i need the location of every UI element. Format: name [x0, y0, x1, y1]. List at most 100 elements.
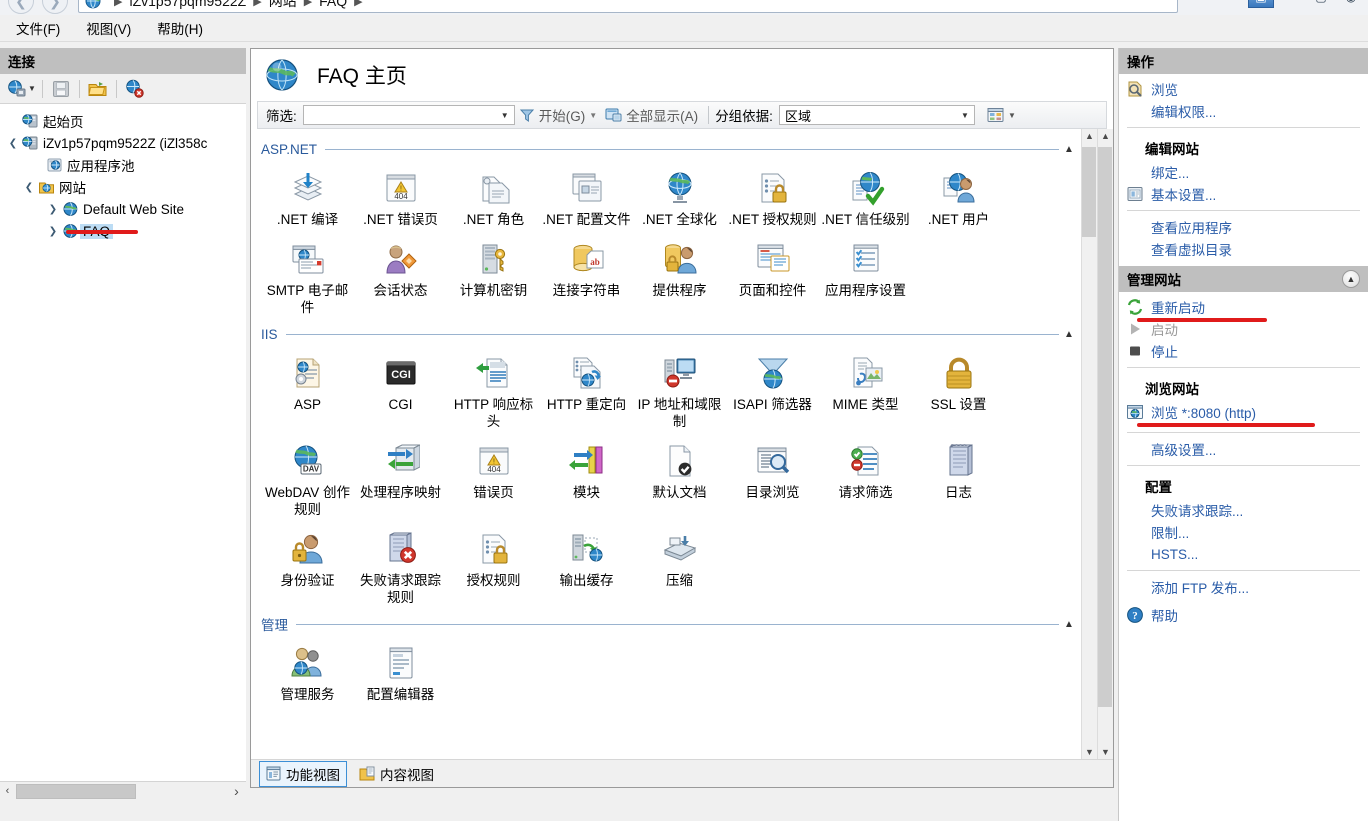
globe-delete-icon[interactable] [123, 77, 147, 101]
scrollbar-thumb[interactable] [1082, 147, 1096, 237]
action-bindings[interactable]: 绑定... [1119, 161, 1368, 183]
chevron-down-icon[interactable]: ▼ [498, 111, 512, 120]
tile-isapi-filters[interactable]: ISAPI 筛选器 [726, 344, 819, 432]
tile-management-service[interactable]: 管理服务 [261, 634, 354, 705]
action-limits[interactable]: 限制... [1119, 521, 1368, 543]
tile-session-state[interactable]: 会话状态 [354, 230, 447, 318]
tile-http-redirect[interactable]: HTTP 重定向 [540, 344, 633, 432]
action-stop[interactable]: 停止 [1119, 340, 1368, 362]
group-header[interactable]: 管理 ▲ [261, 614, 1079, 634]
tile-handler-mappings[interactable]: 处理程序映射 [354, 432, 447, 520]
action-label[interactable]: 添加 FTP 发布... [1145, 577, 1249, 597]
chevron-down-icon[interactable]: ▼ [958, 111, 972, 120]
tile-net-authorization-rules[interactable]: .NET 授权规则 [726, 159, 819, 230]
groupby-value[interactable]: 区域 [785, 106, 958, 125]
connections-tree[interactable]: 起始页 ❮ iZv1p57pqm9522Z (iZl358c 应用程序池 ❮ 网… [0, 104, 246, 781]
action-label[interactable]: 失败请求跟踪... [1145, 500, 1243, 520]
action-basic-settings[interactable]: 基本设置... [1119, 183, 1368, 205]
action-label[interactable]: 浏览 *:8080 (http) [1145, 402, 1256, 422]
tile-net-trust-levels[interactable]: .NET 信任级别 [819, 159, 912, 230]
tile-configuration-editor[interactable]: 配置编辑器 [354, 634, 447, 705]
tile-cgi[interactable]: CGI CGI [354, 344, 447, 432]
tile-pages-and-controls[interactable]: 页面和控件 [726, 230, 819, 318]
action-label[interactable]: 重新启动 [1145, 297, 1205, 317]
tile-logging[interactable]: 日志 [912, 432, 1005, 520]
tree-expander-collapsed[interactable]: ❯ [46, 226, 60, 237]
chevron-down-icon[interactable]: ▼ [589, 111, 597, 120]
tile-directory-browsing[interactable]: 目录浏览 [726, 432, 819, 520]
action-label[interactable]: 编辑权限... [1145, 101, 1216, 121]
scroll-down-arrow[interactable]: ▼ [1085, 747, 1094, 757]
action-view-applications[interactable]: 查看应用程序 [1119, 216, 1368, 238]
breadcrumb-item-server[interactable]: iZv1p57pqm9522Z [129, 0, 246, 9]
help-button[interactable]: ◉ [1338, 0, 1364, 8]
group-header[interactable]: IIS ▲ [261, 324, 1079, 344]
action-label[interactable]: 绑定... [1145, 162, 1189, 182]
chevron-down-icon[interactable]: ▼ [28, 84, 36, 93]
action-label[interactable]: HSTS... [1145, 547, 1198, 562]
scroll-right-arrow[interactable]: › [229, 783, 244, 799]
action-advanced-settings[interactable]: 高级设置... [1119, 438, 1368, 460]
tree-expander-collapsed[interactable]: ❯ [46, 204, 60, 215]
action-restart[interactable]: 重新启动 [1119, 296, 1368, 322]
tile-net-profile[interactable]: .NET 配置文件 [540, 159, 633, 230]
action-add-ftp-publishing[interactable]: 添加 FTP 发布... [1119, 576, 1368, 598]
menu-file[interactable]: 文件(F) [6, 15, 70, 41]
tile-net-globalization[interactable]: .NET 全球化 [633, 159, 726, 230]
chevron-down-icon[interactable]: ▼ [1008, 111, 1016, 120]
action-label[interactable]: 高级设置... [1145, 439, 1216, 459]
tile-app-settings[interactable]: 应用程序设置 [819, 230, 912, 318]
tile-default-document[interactable]: 默认文档 [633, 432, 726, 520]
breadcrumb[interactable]: ▶ iZv1p57pqm9522Z ▶ 网站 ▶ FAQ ▶ [78, 0, 1178, 13]
connections-hscrollbar[interactable]: ‹ › [0, 781, 246, 800]
tile-http-response-headers[interactable]: HTTP 响应标头 [447, 344, 540, 432]
tab-content-view[interactable]: 内容视图 [353, 762, 440, 786]
scroll-left-arrow[interactable]: ‹ [0, 785, 15, 797]
content-scrollbar-inner[interactable]: ▲ ▼ [1081, 129, 1097, 759]
tile-ssl-settings[interactable]: SSL 设置 [912, 344, 1005, 432]
show-all-button[interactable]: 全部显示(A) [601, 105, 702, 125]
tile-modules[interactable]: 模块 [540, 432, 633, 520]
action-label[interactable]: 浏览 [1145, 79, 1178, 99]
nav-back-button[interactable]: ❮ [8, 0, 34, 14]
view-mode-button[interactable]: ▼ [983, 107, 1020, 123]
group-header[interactable]: ASP.NET ▲ [261, 139, 1079, 159]
chevron-up-icon[interactable]: ▲ [1059, 144, 1079, 155]
tile-failed-request-tracing-rules[interactable]: 失败请求跟踪规则 [354, 520, 447, 608]
tree-expander-expanded[interactable]: ❮ [22, 182, 36, 193]
scroll-down-arrow[interactable]: ▼ [1101, 747, 1110, 757]
tile-output-caching[interactable]: 输出缓存 [540, 520, 633, 608]
action-view-virtual-directories[interactable]: 查看虚拟目录 [1119, 238, 1368, 260]
chevron-up-icon[interactable]: ▲ [1059, 329, 1079, 340]
action-label[interactable]: 限制... [1145, 522, 1189, 542]
action-edit-permissions[interactable]: 编辑权限... [1119, 100, 1368, 122]
breadcrumb-item-sites[interactable]: 网站 [269, 0, 297, 11]
save-icon[interactable] [49, 77, 73, 101]
tile-authorization-rules[interactable]: 授权规则 [447, 520, 540, 608]
breadcrumb-item-faq[interactable]: FAQ [319, 0, 347, 9]
action-browse-site-8080[interactable]: 浏览 *:8080 (http) [1119, 401, 1368, 427]
action-label[interactable]: 帮助 [1145, 605, 1178, 625]
tile-ip-restrictions[interactable]: IP 地址和域限制 [633, 344, 726, 432]
content-scrollbar-outer[interactable]: ▲ ▼ [1097, 129, 1113, 759]
tile-compression[interactable]: 压缩 [633, 520, 726, 608]
tile-asp[interactable]: ASP [261, 344, 354, 432]
tile-mime-types[interactable]: MIME 类型 [819, 344, 912, 432]
tile-machine-key[interactable]: 计算机密钥 [447, 230, 540, 318]
tab-features-view[interactable]: 功能视图 [259, 760, 347, 787]
tree-item-start-page[interactable]: 起始页 [0, 110, 246, 132]
action-label[interactable]: 查看虚拟目录 [1145, 239, 1232, 259]
connect-to-icon[interactable] [4, 77, 28, 101]
filter-go-button[interactable]: 开始(G) ▼ [515, 105, 601, 125]
tree-item-sites[interactable]: ❮ 网站 [0, 176, 246, 198]
folder-open-icon[interactable] [86, 77, 110, 101]
minimize-button[interactable]: — [1278, 0, 1304, 8]
chevron-up-icon[interactable]: ▲ [1059, 619, 1079, 630]
scrollbar-thumb[interactable] [1098, 147, 1112, 707]
tile-net-compilation[interactable]: .NET 编译 [261, 159, 354, 230]
action-label[interactable]: 基本设置... [1145, 184, 1216, 204]
tile-net-error-pages[interactable]: ! 404 .NET 错误页 [354, 159, 447, 230]
tree-item-app-pools[interactable]: 应用程序池 [0, 154, 246, 176]
menu-view[interactable]: 视图(V) [76, 15, 141, 41]
tile-request-filtering[interactable]: 请求筛选 [819, 432, 912, 520]
